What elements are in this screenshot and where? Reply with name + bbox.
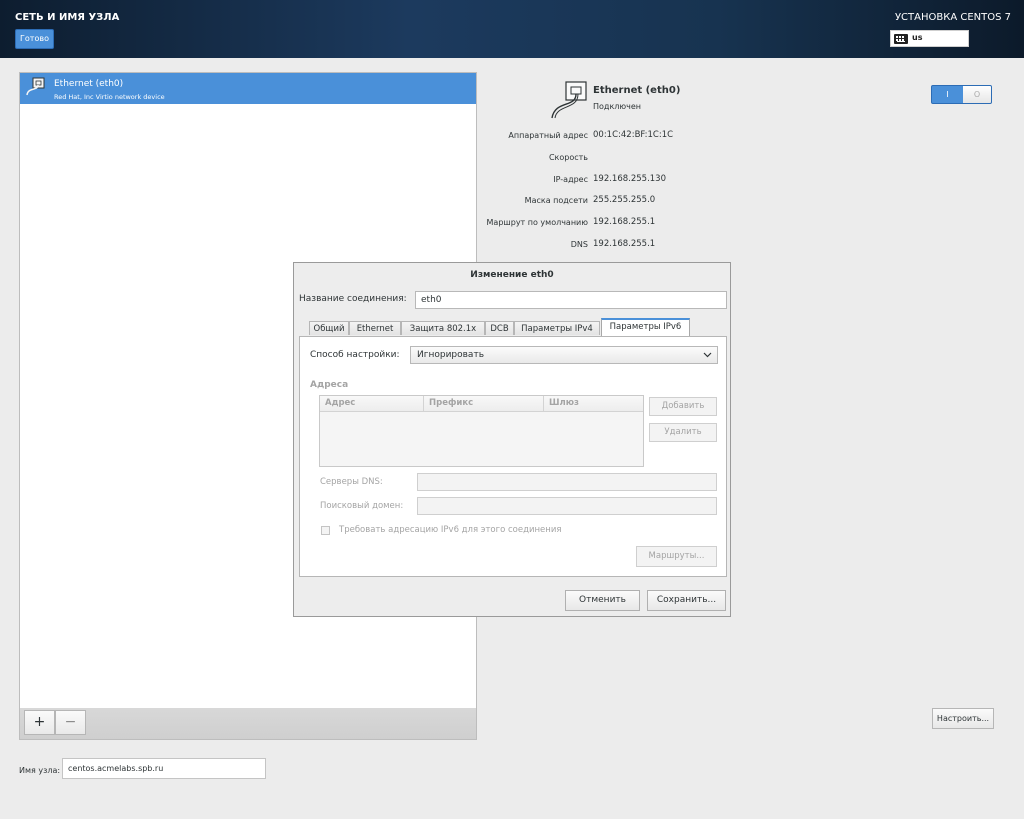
dns-servers-label: Серверы DNS: bbox=[320, 477, 383, 487]
connection-toggle[interactable]: I O bbox=[931, 85, 992, 104]
device-name: Ethernet (eth0) bbox=[54, 79, 124, 89]
tab-general[interactable]: Общий bbox=[309, 321, 349, 335]
default-route-label: Маршрут по умолчанию bbox=[486, 218, 588, 227]
tab-ethernet[interactable]: Ethernet bbox=[349, 321, 401, 335]
ipv6-settings-panel: Способ настройки: Игнорировать Адреса Ад… bbox=[299, 336, 727, 577]
toggle-on-label: I bbox=[946, 90, 949, 99]
speed-label: Скорость bbox=[548, 153, 588, 162]
search-domain-input[interactable] bbox=[417, 497, 717, 515]
edit-connection-dialog: Изменение eth0 Название соединения: eth0… bbox=[293, 262, 731, 617]
ethernet-icon bbox=[551, 81, 587, 119]
ethernet-icon bbox=[26, 77, 45, 96]
device-list-toolbar: + − bbox=[19, 708, 477, 740]
hardware-address-value: 00:1C:42:BF:1C:1C bbox=[593, 130, 674, 140]
top-bar bbox=[0, 0, 1024, 58]
tab-ipv6[interactable]: Параметры IPv6 bbox=[601, 318, 690, 336]
device-detail-name: Ethernet (eth0) bbox=[593, 85, 681, 96]
ip-address-value: 192.168.255.130 bbox=[593, 174, 667, 184]
chevron-down-icon bbox=[703, 352, 712, 358]
done-button[interactable]: Готово bbox=[15, 29, 54, 49]
save-button[interactable]: Сохранить... bbox=[647, 590, 726, 611]
method-select[interactable]: Игнорировать bbox=[410, 346, 718, 364]
list-item[interactable]: Ethernet (eth0) Red Hat, Inc Virtio netw… bbox=[20, 73, 476, 104]
cancel-button[interactable]: Отменить bbox=[565, 590, 640, 611]
configure-button[interactable]: Настроить... bbox=[932, 708, 994, 729]
column-gateway: Шлюз bbox=[544, 396, 643, 412]
tab-dcb[interactable]: DCB bbox=[485, 321, 514, 335]
column-address: Адрес bbox=[320, 396, 424, 412]
hostname-label: Имя узла: bbox=[19, 766, 61, 775]
device-description: Red Hat, Inc Virtio network device bbox=[54, 93, 165, 101]
routes-button[interactable]: Маршруты... bbox=[636, 546, 717, 567]
tab-security[interactable]: Защита 802.1x bbox=[401, 321, 485, 335]
connection-status: Подключен bbox=[593, 102, 641, 111]
toggle-knob: O bbox=[963, 86, 991, 103]
keyboard-layout-indicator[interactable]: us bbox=[890, 30, 969, 47]
default-route-value: 192.168.255.1 bbox=[593, 217, 656, 227]
delete-address-button[interactable]: Удалить bbox=[649, 423, 717, 442]
page-title: СЕТЬ И ИМЯ УЗЛА bbox=[15, 12, 120, 23]
hostname-input[interactable]: centos.acmelabs.spb.ru bbox=[62, 758, 266, 779]
remove-device-button[interactable]: − bbox=[55, 710, 86, 735]
connection-name-label: Название соединения: bbox=[299, 294, 407, 304]
ip-address-label: IP-адрес bbox=[553, 175, 588, 184]
installer-title: УСТАНОВКА CENTOS 7 bbox=[894, 12, 1011, 23]
connection-name-input[interactable]: eth0 bbox=[415, 291, 727, 309]
dns-servers-input[interactable] bbox=[417, 473, 717, 491]
keyboard-layout-label: us bbox=[912, 33, 923, 42]
add-address-button[interactable]: Добавить bbox=[649, 397, 717, 416]
hardware-address-label: Аппаратный адрес bbox=[508, 131, 588, 140]
column-prefix: Префикс bbox=[424, 396, 544, 412]
tab-ipv4[interactable]: Параметры IPv4 bbox=[514, 321, 600, 335]
keyboard-icon bbox=[894, 34, 908, 44]
add-device-button[interactable]: + bbox=[24, 710, 55, 735]
addresses-heading: Адреса bbox=[310, 380, 349, 390]
dns-label: DNS bbox=[570, 240, 588, 249]
dns-value: 192.168.255.1 bbox=[593, 239, 656, 249]
require-ipv6-label: Требовать адресацию IPv6 для этого соеди… bbox=[339, 525, 562, 535]
subnet-mask-label: Маска подсети bbox=[524, 196, 588, 205]
addresses-table: Адрес Префикс Шлюз bbox=[319, 395, 644, 467]
dialog-title: Изменение eth0 bbox=[470, 270, 554, 280]
subnet-mask-value: 255.255.255.0 bbox=[593, 195, 656, 205]
require-ipv6-checkbox[interactable] bbox=[321, 526, 330, 535]
method-value: Игнорировать bbox=[417, 350, 484, 360]
search-domain-label: Поисковый домен: bbox=[320, 501, 404, 511]
method-label: Способ настройки: bbox=[310, 350, 400, 360]
